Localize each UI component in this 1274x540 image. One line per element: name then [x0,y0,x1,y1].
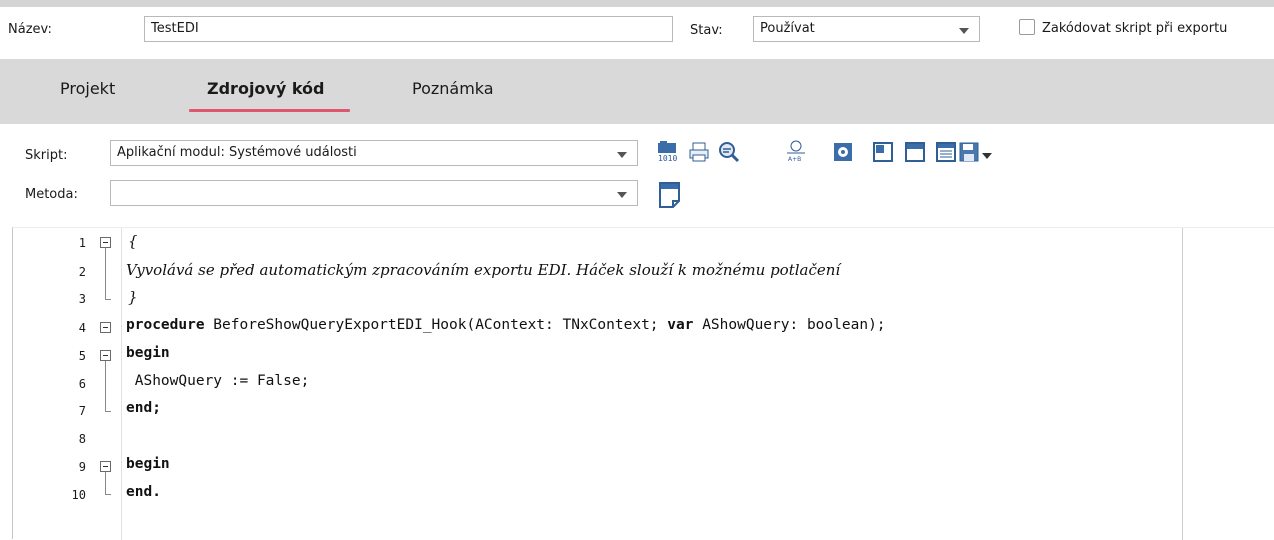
find-icon[interactable] [718,141,740,163]
keyword: procedure [126,317,205,333]
header-panel: Název: TestEDI Stav: Používat Zakódovat … [0,7,1274,59]
fold-collapse-icon[interactable] [100,322,111,333]
svg-text:A+B: A+B [788,156,801,162]
top-strip [0,0,1274,7]
fold-guide [105,472,106,494]
template-icon[interactable] [872,141,894,163]
line-number: 2 [78,265,86,279]
line-number: 3 [78,292,86,306]
fold-guide [105,361,106,411]
chevron-down-icon [959,28,969,34]
fold-collapse-icon[interactable] [100,237,111,248]
snippet-icon[interactable] [904,141,926,163]
code-line: Vyvolává se před automatickým zpracování… [126,261,841,279]
tab-bar: Projekt Zdrojový kód Poznámka [0,59,1274,124]
tab-poznamka[interactable]: Poznámka [412,79,494,98]
status-label: Stav: [690,23,723,38]
code-editor[interactable]: 1 2 3 4 5 6 7 8 9 10 { Vyvolává se před … [12,227,1274,540]
code-line: } [128,288,138,306]
code-line: { [128,232,138,250]
svg-text:1010: 1010 [658,154,677,162]
active-tab-indicator [189,109,350,112]
method-label: Metoda: [25,187,78,202]
status-select[interactable]: Používat [753,16,980,42]
right-margin-line [1182,228,1183,540]
keyword: var [667,317,694,333]
name-input[interactable]: TestEDI [144,16,673,42]
gutter-divider [121,228,122,540]
line-number: 8 [78,432,86,446]
document-list-icon[interactable] [935,141,957,163]
line-number: 1 [78,236,86,250]
script-select[interactable]: Aplikační modul: Systémové události [110,140,638,166]
code-line: begin [126,345,170,361]
compare-icon[interactable]: A+B [785,140,807,162]
tab-projekt[interactable]: Projekt [60,79,115,98]
print-icon[interactable] [688,141,710,163]
line-number: 5 [78,349,86,363]
compile-icon[interactable]: 1010 [657,140,679,162]
method-template-icon[interactable] [657,181,685,209]
save-icon[interactable] [958,141,980,163]
dropdown-arrow-icon[interactable] [982,153,992,159]
tab-zdrojovy-kod[interactable]: Zdrojový kód [207,79,325,98]
code-line: AShowQuery := False; [126,373,310,389]
fold-guide-end [105,411,111,412]
encode-checkbox[interactable] [1019,19,1035,35]
encode-label: Zakódovat skript při exportu [1042,21,1228,36]
code-line: end; [126,400,161,416]
fold-guide-end [105,494,111,495]
code-line: begin [126,456,170,472]
method-select[interactable] [110,180,638,206]
line-number: 7 [78,404,86,418]
fold-guide [105,248,106,299]
line-number: 9 [78,460,86,474]
chevron-down-icon [617,152,627,158]
settings-icon[interactable] [832,141,854,163]
fold-collapse-icon[interactable] [100,350,111,361]
line-number: 6 [78,377,86,391]
name-label: Název: [8,22,52,37]
code-line: end. [126,484,161,500]
line-number: 4 [78,321,86,335]
chevron-down-icon [617,192,627,198]
fold-collapse-icon[interactable] [100,461,111,472]
code-text: BeforeShowQueryExportEDI_Hook(AContext: … [204,317,668,333]
script-value: Aplikační modul: Systémové události [117,145,357,160]
code-line: procedure BeforeShowQueryExportEDI_Hook(… [126,317,886,333]
script-label: Skript: [25,148,68,163]
fold-guide-end [105,299,111,300]
code-text: AShowQuery: boolean); [693,317,886,333]
status-value: Používat [760,21,815,36]
line-number: 10 [71,488,86,502]
